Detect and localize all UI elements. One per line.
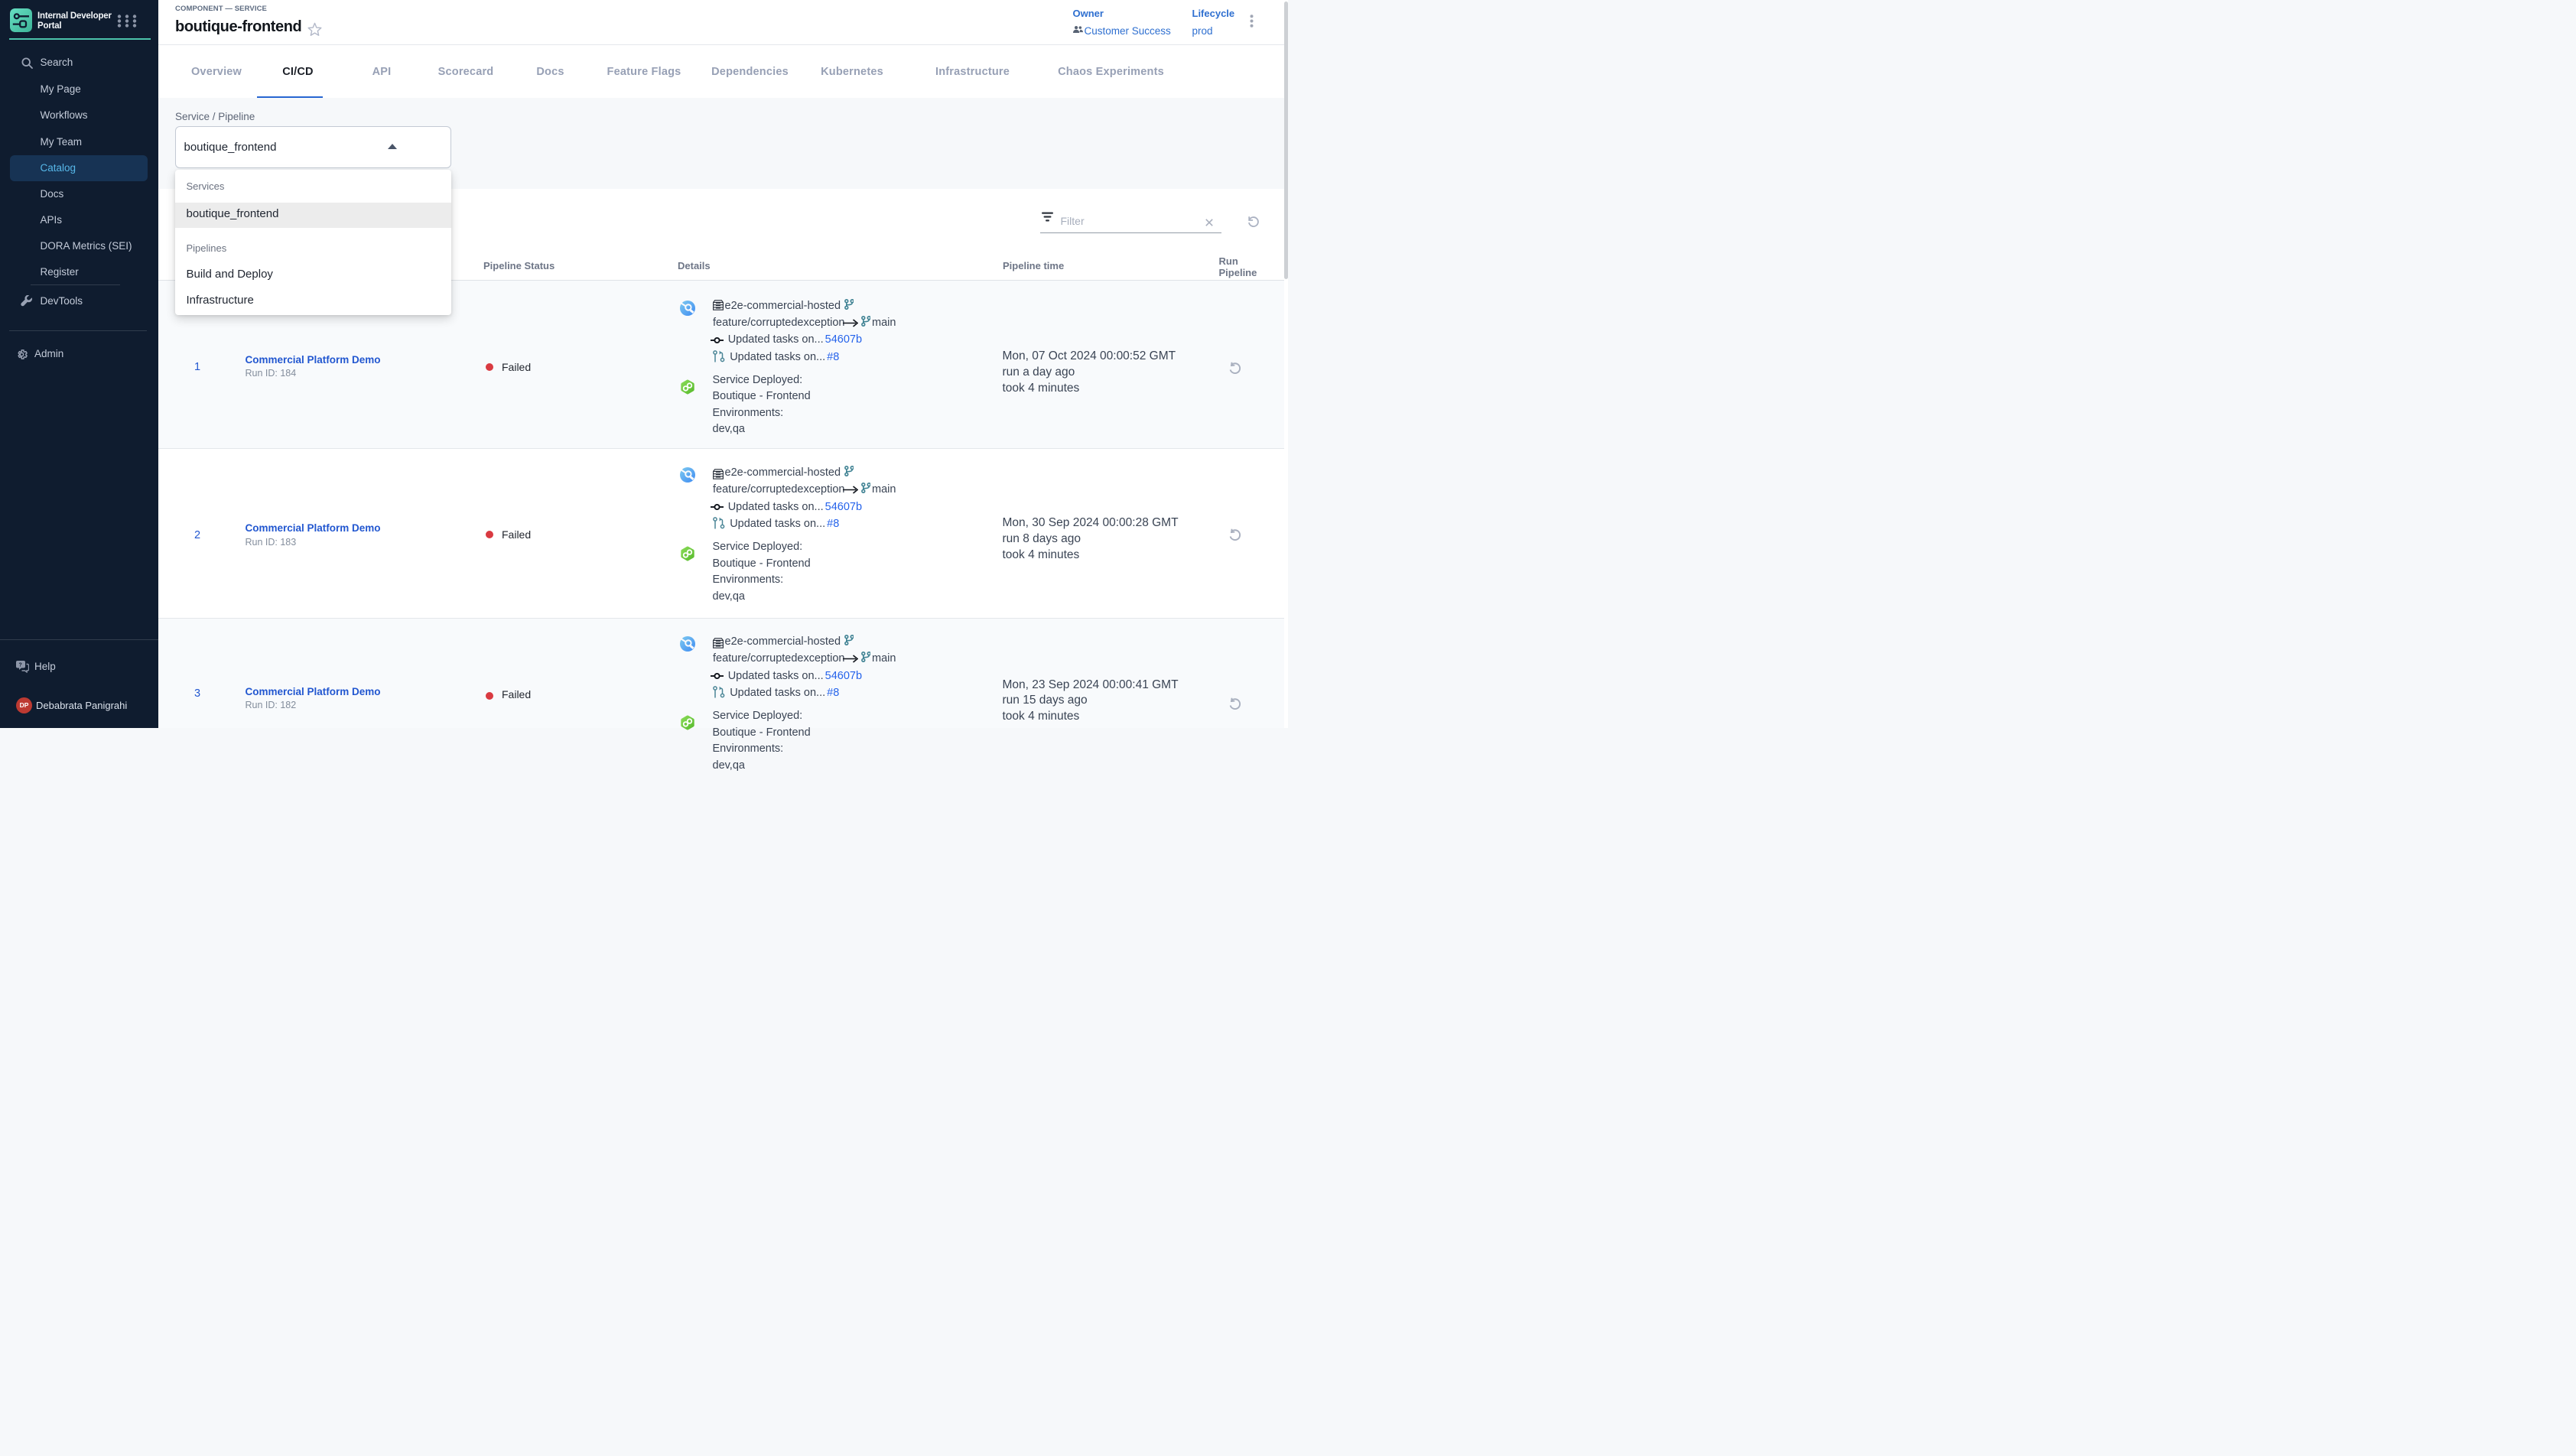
svg-text:?: ? [19,662,22,668]
